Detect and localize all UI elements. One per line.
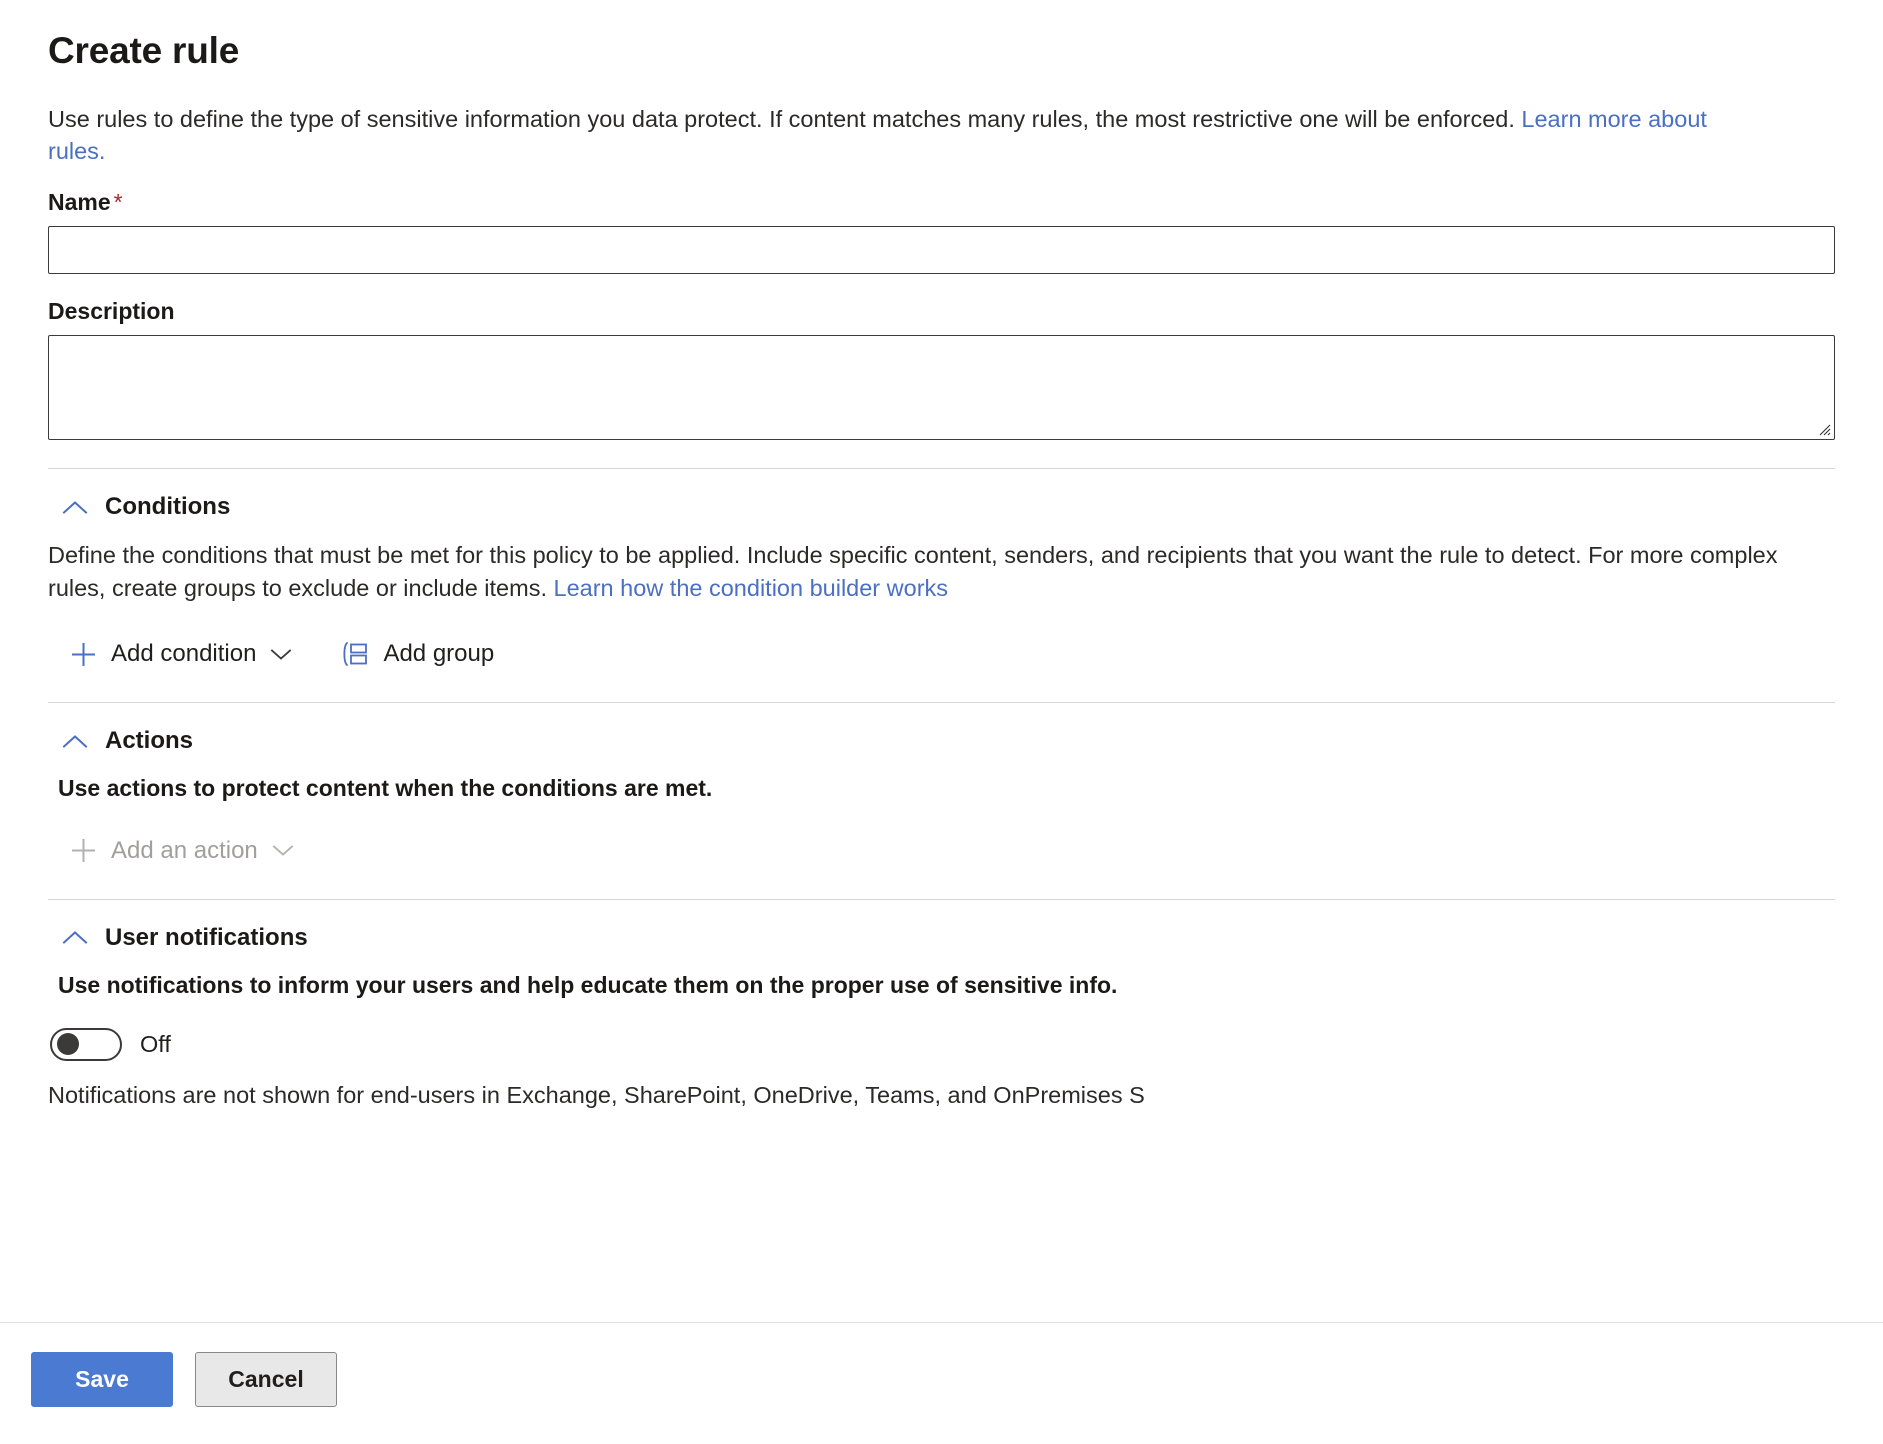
toggle-knob — [57, 1033, 79, 1055]
name-field-label: Name* — [48, 189, 1835, 216]
actions-description: Use actions to protect content when the … — [58, 773, 1818, 805]
conditions-heading: Conditions — [105, 495, 230, 519]
actions-section: Actions Use actions to protect content w… — [48, 703, 1835, 871]
user-notifications-heading: User notifications — [105, 926, 308, 950]
toggle-state-label: Off — [140, 1031, 171, 1058]
user-notifications-note: Notifications are not shown for end-user… — [48, 1079, 1808, 1111]
user-notifications-toggle[interactable] — [50, 1028, 122, 1061]
actions-section-header[interactable]: Actions — [48, 729, 1835, 753]
description-textarea[interactable] — [48, 335, 1835, 440]
actions-heading: Actions — [105, 729, 193, 753]
name-input[interactable] — [48, 226, 1835, 274]
chevron-down-icon — [270, 648, 292, 661]
plus-icon — [70, 641, 97, 668]
page-title: Create rule — [48, 30, 1835, 73]
actions-command-row: Add an action — [48, 831, 1835, 871]
chevron-down-icon — [272, 844, 294, 857]
chevron-up-icon — [62, 500, 88, 515]
conditions-section: Conditions Define the conditions that mu… — [48, 469, 1835, 674]
save-button[interactable]: Save — [31, 1352, 173, 1407]
conditions-section-header[interactable]: Conditions — [48, 495, 1835, 519]
intro-text: Use rules to define the type of sensitiv… — [48, 106, 1521, 132]
add-condition-label: Add condition — [111, 640, 256, 668]
panel-scroll-region[interactable]: Create rule Use rules to define the type… — [0, 0, 1883, 1322]
conditions-description: Define the conditions that must be met f… — [48, 539, 1808, 604]
description-textarea-wrap — [48, 335, 1835, 440]
add-group-button[interactable]: Add group — [336, 634, 498, 674]
required-asterisk: * — [114, 189, 123, 215]
user-notifications-section: User notifications Use notifications to … — [48, 900, 1835, 1111]
conditions-command-row: Add condition Add group — [48, 634, 1835, 674]
user-notifications-description: Use notifications to inform your users a… — [58, 970, 1818, 1002]
user-notifications-toggle-row: Off — [50, 1028, 1835, 1061]
name-label-text: Name — [48, 189, 111, 215]
condition-builder-link[interactable]: Learn how the condition builder works — [554, 575, 949, 601]
chevron-up-icon — [62, 734, 88, 749]
chevron-up-icon — [62, 930, 88, 945]
plus-icon — [70, 837, 97, 864]
add-condition-button[interactable]: Add condition — [66, 634, 296, 674]
add-an-action-button[interactable]: Add an action — [66, 831, 298, 871]
add-group-label: Add group — [383, 640, 494, 668]
add-an-action-label: Add an action — [111, 837, 258, 865]
add-group-icon — [340, 641, 369, 667]
footer-action-bar: Save Cancel — [0, 1322, 1883, 1444]
user-notifications-section-header[interactable]: User notifications — [48, 926, 1835, 950]
create-rule-panel: Create rule Use rules to define the type… — [0, 0, 1883, 1444]
intro-paragraph: Use rules to define the type of sensitiv… — [48, 103, 1728, 168]
description-field-label: Description — [48, 298, 1835, 325]
cancel-button[interactable]: Cancel — [195, 1352, 337, 1407]
